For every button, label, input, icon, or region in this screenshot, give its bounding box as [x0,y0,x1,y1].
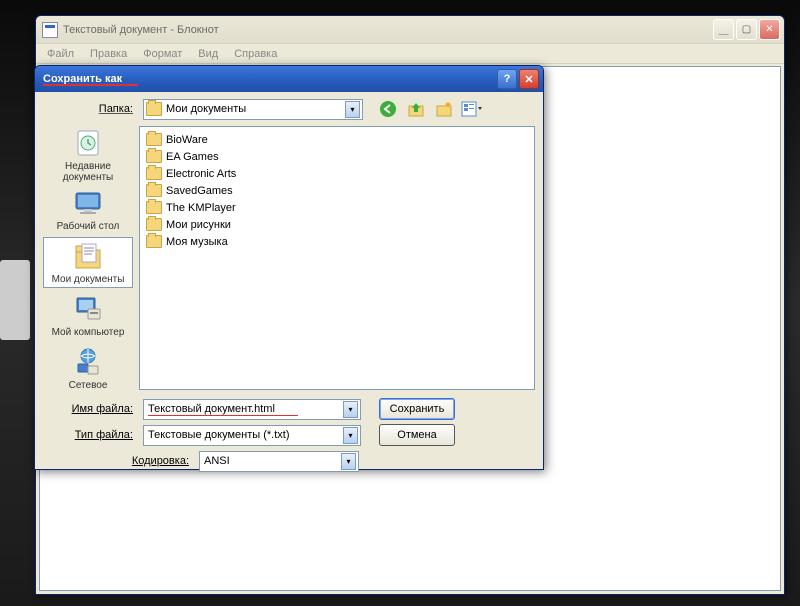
my-computer-icon [72,293,104,325]
back-button[interactable] [377,98,399,120]
menubar: Файл Правка Формат Вид Справка [36,44,784,64]
folder-icon [146,150,162,163]
save-as-dialog: Сохранить как ? ✕ Папка: Мои документы ▾ [34,65,544,470]
menu-view[interactable]: Вид [191,46,225,62]
desktop-icon [72,187,104,219]
places-desktop[interactable]: Рабочий стол [43,184,133,235]
annotation-underline-icon [43,84,138,86]
save-button[interactable]: Сохранить [379,398,455,420]
places-bar: Недавние документы Рабочий стол Мои доку… [43,126,133,390]
list-item[interactable]: Мои рисунки [144,216,530,233]
folder-icon [146,133,162,146]
path-label: Папка: [43,103,137,115]
notepad-icon [42,22,58,38]
main-window-title: Текстовый документ - Блокнот [63,24,713,36]
list-item[interactable]: EA Games [144,148,530,165]
file-list[interactable]: BioWare EA Games Electronic Arts SavedGa… [139,126,535,390]
dialog-titlebar[interactable]: Сохранить как ? ✕ [35,66,543,92]
encoding-combobox[interactable]: ANSI ▾ [199,451,359,472]
folder-icon [146,102,162,116]
folder-icon [146,184,162,197]
filetype-combobox[interactable]: Текстовые документы (*.txt) ▾ [143,425,361,446]
places-network[interactable]: Сетевое [43,343,133,394]
view-menu-button[interactable] [461,98,483,120]
dialog-title: Сохранить как [43,73,495,85]
encoding-value: ANSI [204,455,341,467]
folder-icon [146,167,162,180]
places-recent[interactable]: Недавние документы [43,128,133,182]
recent-documents-icon [72,127,104,159]
filename-value: Текстовый документ.html [148,403,343,415]
network-icon [72,346,104,378]
up-one-level-button[interactable] [405,98,427,120]
filetype-label: Тип файла: [43,429,137,441]
menu-format[interactable]: Формат [136,46,189,62]
folder-icon [146,218,162,231]
folder-icon [146,235,162,248]
menu-edit[interactable]: Правка [83,46,134,62]
filetype-value: Текстовые документы (*.txt) [148,429,343,441]
dropdown-icon[interactable]: ▾ [343,401,358,418]
path-value: Мои документы [166,103,345,115]
my-documents-icon [72,240,104,272]
list-item[interactable]: Electronic Arts [144,165,530,182]
filename-combobox[interactable]: Текстовый документ.html ▾ [143,399,361,420]
dropdown-icon[interactable]: ▾ [345,101,360,118]
annotation-underline-icon [148,415,298,417]
dialog-help-button[interactable]: ? [497,69,517,89]
minimize-button[interactable]: ＿ [713,19,734,40]
list-item[interactable]: The KMPlayer [144,199,530,216]
maximize-button[interactable]: ▢ [736,19,757,40]
encoding-label: Кодировка: [43,455,193,467]
list-item[interactable]: Моя музыка [144,233,530,250]
new-folder-button[interactable] [433,98,455,120]
cancel-button[interactable]: Отмена [379,424,455,446]
places-mycomputer[interactable]: Мой компьютер [43,290,133,341]
places-mydocuments[interactable]: Мои документы [43,237,133,288]
close-button[interactable]: ✕ [759,19,780,40]
path-combobox[interactable]: Мои документы ▾ [143,99,363,120]
menu-file[interactable]: Файл [40,46,81,62]
list-item[interactable]: SavedGames [144,182,530,199]
folder-icon [146,201,162,214]
dropdown-icon[interactable]: ▾ [343,427,358,444]
menu-help[interactable]: Справка [227,46,284,62]
list-item[interactable]: BioWare [144,131,530,148]
filename-label: Имя файла: [43,403,137,415]
dialog-close-button[interactable]: ✕ [519,69,539,89]
dropdown-icon[interactable]: ▾ [341,453,356,470]
main-titlebar[interactable]: Текстовый документ - Блокнот ＿ ▢ ✕ [36,16,784,44]
